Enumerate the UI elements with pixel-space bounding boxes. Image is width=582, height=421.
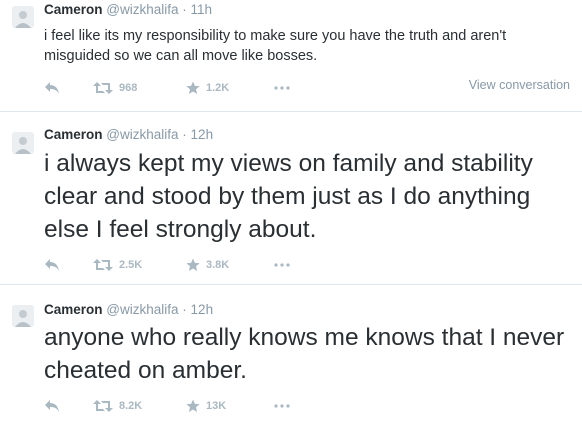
author-handle[interactable]: @wizkhalifa: [106, 302, 178, 317]
favorite-count: 13K: [206, 400, 227, 412]
timestamp[interactable]: 12h: [191, 302, 214, 317]
tweet-header: Cameron @wizkhalifa · 12h: [44, 127, 213, 142]
more-button[interactable]: [274, 257, 290, 273]
reply-button[interactable]: [44, 257, 60, 273]
tweet-text: anyone who really knows me knows that I …: [44, 324, 565, 384]
reply-icon: [45, 259, 59, 271]
more-icon: [274, 404, 290, 408]
retweet-icon: [93, 259, 113, 271]
favorite-button[interactable]: 3.8K: [186, 257, 229, 273]
retweet-button[interactable]: 968: [93, 80, 137, 96]
avatar[interactable]: [12, 6, 34, 28]
avatar[interactable]: [12, 305, 34, 327]
separator: ·: [182, 2, 187, 17]
more-button[interactable]: [274, 398, 290, 414]
reply-button[interactable]: [44, 398, 60, 414]
separator: ·: [182, 302, 187, 317]
retweet-count: 8.2K: [119, 400, 143, 412]
author-name[interactable]: Cameron: [44, 127, 103, 142]
tweet-2: Cameron @wizkhalifa · 12h i always kept …: [0, 112, 582, 282]
reply-icon: [45, 82, 59, 94]
retweet-icon: [93, 82, 113, 94]
tweet-text: i feel like its my responsibility to mak…: [44, 28, 507, 64]
star-icon: [186, 399, 200, 412]
star-icon: [186, 258, 200, 271]
tweet-header: Cameron @wizkhalifa · 12h: [44, 302, 213, 317]
tweet-3: Cameron @wizkhalifa · 12h anyone who rea…: [0, 285, 582, 421]
author-handle[interactable]: @wizkhalifa: [106, 127, 178, 142]
tweet-text: i always kept my views on family and sta…: [44, 150, 533, 243]
retweet-button[interactable]: 8.2K: [93, 398, 142, 414]
retweet-button[interactable]: 2.5K: [93, 257, 142, 273]
tweet-1: Cameron @wizkhalifa · 11h i feel like it…: [0, 0, 582, 110]
retweet-icon: [93, 400, 113, 412]
author-name[interactable]: Cameron: [44, 302, 103, 317]
reply-button[interactable]: [44, 80, 60, 96]
author-name[interactable]: Cameron: [44, 2, 103, 17]
avatar[interactable]: [12, 132, 34, 154]
more-button[interactable]: [274, 80, 290, 96]
view-conversation-link[interactable]: View conversation: [469, 78, 570, 92]
favorite-button[interactable]: 13K: [186, 398, 226, 414]
retweet-count: 968: [119, 82, 138, 94]
star-icon: [186, 81, 200, 94]
tweet-header: Cameron @wizkhalifa · 11h: [44, 2, 212, 17]
reply-icon: [45, 400, 59, 412]
favorite-button[interactable]: 1.2K: [186, 80, 229, 96]
retweet-count: 2.5K: [119, 259, 143, 271]
more-icon: [274, 86, 290, 90]
author-handle[interactable]: @wizkhalifa: [106, 2, 178, 17]
more-icon: [274, 263, 290, 267]
timestamp[interactable]: 12h: [191, 127, 214, 142]
favorite-count: 3.8K: [206, 259, 230, 271]
favorite-count: 1.2K: [206, 82, 230, 94]
separator: ·: [182, 127, 187, 142]
timestamp[interactable]: 11h: [191, 2, 213, 17]
